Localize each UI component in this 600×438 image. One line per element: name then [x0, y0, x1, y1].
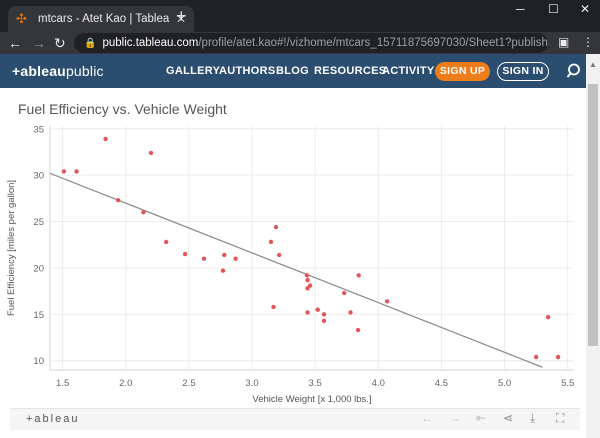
data-point[interactable] — [321, 318, 327, 324]
share-icon[interactable]: ⋖ — [503, 411, 513, 425]
trend-line[interactable] — [49, 172, 543, 368]
maximize-icon[interactable]: ☐ — [548, 2, 559, 16]
data-point[interactable] — [384, 299, 390, 304]
url-text: public.tableau.com/profile/atet.kao#!/vi… — [102, 37, 548, 49]
y-tick-label: 15 — [33, 310, 44, 321]
revert-icon[interactable]: ⇤ — [476, 411, 486, 425]
nav-activity[interactable]: ACTIVITY — [382, 65, 435, 77]
browser-tab-bar: ✣ mtcars - Atet Kao | Tableau Publi ✕ + … — [0, 0, 600, 32]
data-point[interactable] — [533, 354, 539, 360]
back-arrow-icon[interactable]: ← — [8, 34, 22, 52]
data-point[interactable] — [304, 273, 310, 278]
undo-icon[interactable]: ← — [421, 411, 433, 425]
x-tick-label: 1.5 — [56, 378, 69, 389]
data-point[interactable] — [233, 256, 238, 261]
y-tick-label: 35 — [33, 124, 44, 135]
data-point[interactable] — [305, 310, 310, 315]
data-point[interactable] — [115, 198, 121, 203]
plus-icon[interactable]: + — [176, 6, 187, 26]
data-point[interactable] — [355, 327, 361, 333]
browser-tab[interactable]: ✣ mtcars - Atet Kao | Tableau Publi ✕ — [8, 6, 194, 32]
data-point[interactable] — [307, 283, 313, 288]
data-point[interactable] — [348, 310, 353, 315]
viz-toolbar — [10, 408, 580, 430]
x-tick-label: 2.0 — [119, 378, 132, 389]
data-point[interactable] — [141, 210, 146, 215]
data-point[interactable] — [341, 290, 347, 296]
extension-icon[interactable]: ▣ — [558, 35, 569, 49]
data-point[interactable] — [61, 169, 67, 174]
fullscreen-icon[interactable]: ⛶ — [556, 411, 564, 426]
x-tick-label: 5.5 — [561, 378, 574, 389]
reload-icon[interactable]: ↻ — [54, 34, 66, 52]
address-bar[interactable]: 🔒 public.tableau.com/profile/atet.kao#!/… — [74, 33, 548, 53]
nav-gallery[interactable]: GALLERY — [166, 65, 220, 77]
x-tick-label: 4.5 — [435, 378, 448, 389]
x-axis-label: Vehicle Weight [x 1,000 lbs.] — [252, 394, 371, 405]
scroll-up-icon[interactable]: ▲ — [589, 60, 597, 69]
download-icon[interactable]: ⤓ — [530, 411, 535, 426]
sign-in-button[interactable]: SIGN IN — [497, 62, 549, 81]
data-point[interactable] — [305, 277, 310, 283]
nav-blog[interactable]: BLOG — [276, 65, 309, 77]
data-point[interactable] — [222, 252, 227, 258]
search-icon[interactable] — [566, 62, 584, 80]
tab-title: mtcars - Atet Kao | Tableau Publi — [38, 13, 170, 25]
tableau-icon: ✣ — [16, 11, 27, 26]
data-point[interactable] — [182, 251, 188, 257]
y-tick-label: 25 — [33, 217, 44, 228]
data-point[interactable] — [74, 169, 79, 174]
nav-resources[interactable]: RESOURCES — [314, 65, 386, 77]
data-point[interactable] — [268, 239, 274, 245]
data-point[interactable] — [545, 314, 551, 320]
y-tick-label: 20 — [33, 263, 44, 274]
window-close-icon[interactable]: ✕ — [580, 2, 590, 16]
y-tick-label: 10 — [33, 356, 44, 367]
x-tick-label: 2.5 — [182, 378, 195, 389]
x-tick-label: 3.5 — [309, 378, 322, 389]
data-point[interactable] — [315, 307, 320, 312]
x-tick-label: 4.0 — [372, 378, 385, 389]
minimize-icon[interactable]: ─ — [516, 2, 525, 16]
data-point[interactable] — [555, 354, 561, 360]
browser-toolbar: ← → ↻ 🔒 public.tableau.com/profile/atet.… — [0, 32, 600, 54]
y-axis-label: Fuel Efficiency [miles per gallon] — [6, 180, 17, 316]
data-point[interactable] — [321, 312, 327, 317]
x-tick-label: 3.0 — [245, 378, 258, 389]
nav-authors[interactable]: AUTHORS — [219, 65, 276, 77]
lock-icon[interactable]: 🔒 — [84, 38, 96, 49]
tableau-toolbar-logo[interactable]: +ableau — [26, 413, 79, 425]
data-point[interactable] — [220, 268, 226, 273]
y-tick-label: 30 — [33, 171, 44, 182]
data-point[interactable] — [103, 136, 108, 142]
data-point[interactable] — [201, 256, 207, 261]
scrollbar-thumb[interactable] — [588, 84, 598, 346]
forward-arrow-icon[interactable]: → — [32, 34, 46, 52]
data-point[interactable] — [356, 273, 361, 278]
redo-icon[interactable]: → — [449, 411, 461, 425]
tableau-public-logo[interactable]: +ableaupublic — [12, 63, 104, 79]
data-point[interactable] — [271, 304, 276, 310]
data-point[interactable] — [276, 252, 282, 258]
menu-icon[interactable]: ⋮ — [582, 35, 594, 49]
data-point[interactable] — [163, 239, 169, 245]
scatter-chart[interactable]: 10 15 20 25 30 35 1.5 2.0 2.5 3.0 3.5 4.0 4.5 5.0 5.5 V… — [0, 88, 586, 406]
data-point[interactable] — [148, 150, 154, 156]
x-tick-label: 5.0 — [498, 378, 511, 389]
data-point[interactable] — [273, 224, 279, 230]
sign-up-button[interactable]: SIGN UP — [435, 62, 490, 81]
